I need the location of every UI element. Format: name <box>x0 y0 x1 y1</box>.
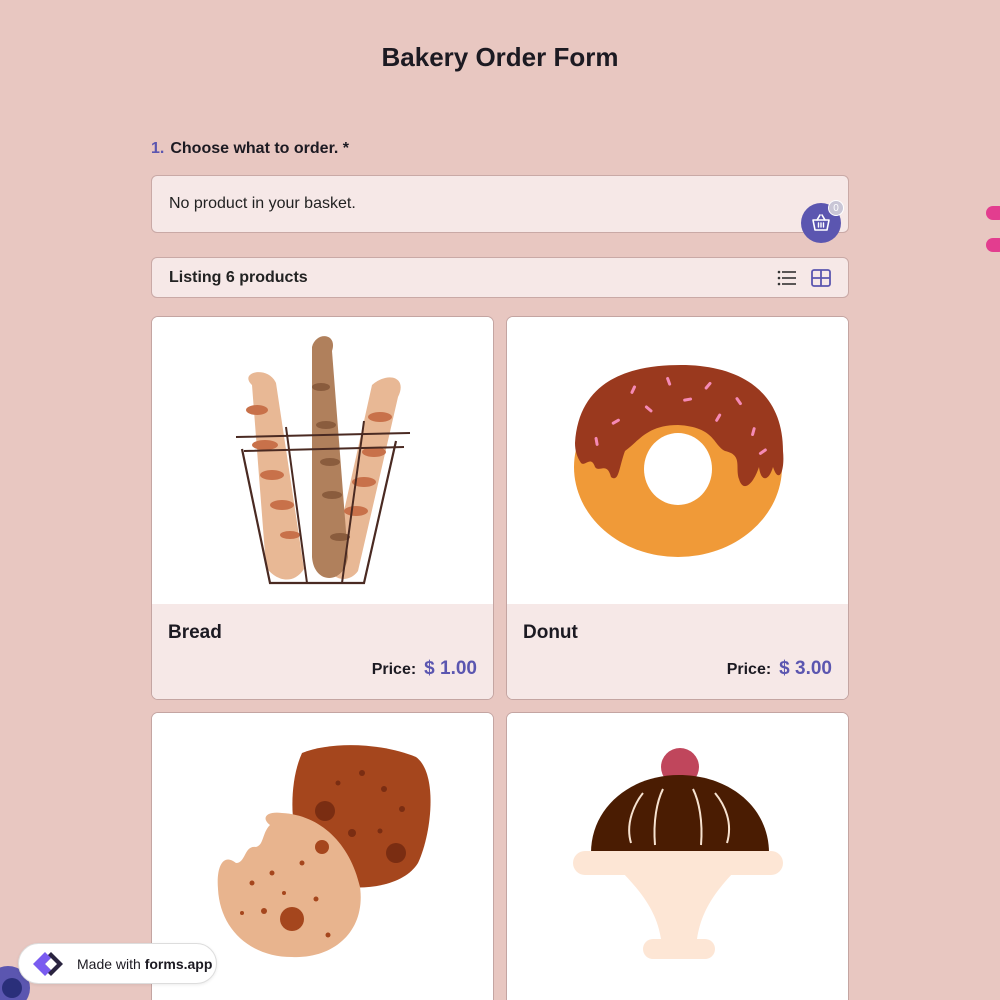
product-card-donut[interactable]: Donut Price: $ 3.00 <box>506 316 849 700</box>
basket-summary: No product in your basket. <box>151 175 849 233</box>
question-label: 1. Choose what to order. * <box>151 140 349 158</box>
basket-empty-text: No product in your basket. <box>169 195 356 212</box>
badge-prefix: Made with <box>77 955 141 972</box>
listing-bar: Listing 6 products <box>151 257 849 298</box>
badge-brand: forms.app <box>144 955 213 972</box>
made-with-badge[interactable]: Made with forms.app <box>18 943 217 984</box>
product-card-bread[interactable]: Bread Price: $ 1.00 <box>151 316 494 700</box>
price-value: $ 3.00 <box>779 658 832 679</box>
decorative-shape <box>986 206 1000 252</box>
price-label: Price: <box>371 661 417 678</box>
cupcake-image <box>507 713 848 1000</box>
decorative-circle-inner <box>2 978 22 998</box>
product-info: Bread Price: $ 1.00 <box>152 604 493 699</box>
product-card-cupcake[interactable] <box>506 712 849 1000</box>
product-name: Donut <box>523 622 578 643</box>
basket-count-badge: 0 <box>828 200 844 216</box>
price-row: Price: $ 3.00 <box>727 658 832 680</box>
price-value: $ 1.00 <box>424 658 477 679</box>
question-number: 1. <box>151 140 165 157</box>
price-label: Price: <box>726 661 772 678</box>
price-row: Price: $ 1.00 <box>372 658 477 680</box>
list-view-button[interactable] <box>777 270 797 286</box>
grid-icon <box>811 268 831 287</box>
listing-label: Listing 6 products <box>169 268 308 286</box>
badge-text: Made with forms.app <box>77 956 212 972</box>
form-title: Bakery Order Form <box>381 42 619 72</box>
grid-view-button[interactable] <box>811 268 831 287</box>
bread-image <box>152 317 493 604</box>
question-text: Choose what to order. * <box>170 140 350 157</box>
list-icon <box>777 270 796 285</box>
view-toggles <box>777 268 831 287</box>
forms-app-logo-icon <box>33 951 63 976</box>
basket-icon <box>812 214 830 231</box>
product-name: Bread <box>168 622 222 643</box>
product-info: Donut Price: $ 3.00 <box>507 604 848 699</box>
donut-image <box>507 317 848 604</box>
